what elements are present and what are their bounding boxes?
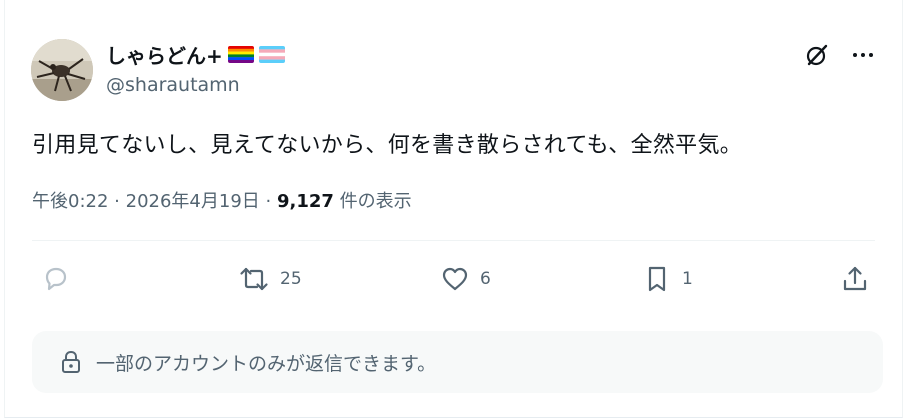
tweet-text: 引用見てないし、見えてないから、何を書き散らされても、全然平気。 (32, 133, 743, 158)
transgender-flag-icon (258, 45, 285, 63)
reply-button[interactable] (41, 259, 81, 299)
retweet-button[interactable]: 25 (238, 259, 302, 299)
more-options-icon[interactable] (848, 40, 878, 70)
bookmark-count: 1 (682, 269, 693, 289)
reply-icon (45, 267, 67, 291)
reply-notice-text: 一部のアカウントのみが返信できます。 (96, 352, 437, 375)
tweet-actions: 25 6 1 (32, 259, 875, 299)
reply-restriction-notice: 一部のアカウントのみが返信できます。 (32, 331, 883, 393)
share-button[interactable] (840, 259, 870, 299)
retweet-icon (240, 267, 268, 291)
rainbow-flag-icon (227, 45, 254, 63)
meta-separator: · (114, 191, 120, 212)
views-label: 件の表示 (339, 191, 412, 212)
tweet-date[interactable]: 2026年4月19日 (126, 191, 260, 212)
views-count[interactable]: 9,127 (277, 191, 334, 212)
heart-icon (442, 267, 468, 291)
lock-icon (62, 350, 80, 373)
like-button[interactable]: 6 (440, 259, 491, 299)
share-icon (843, 266, 867, 291)
author-name-row[interactable]: しゃらどん+ (106, 40, 285, 68)
meta-separator: · (265, 191, 272, 212)
like-count: 6 (480, 269, 491, 289)
avatar-image (31, 39, 93, 101)
avatar[interactable] (31, 39, 93, 101)
divider (32, 240, 875, 241)
retweet-count: 25 (280, 269, 302, 289)
tweet-meta: 午後0:22 · 2026年4月19日 · 9,127 件の表示 (32, 187, 412, 213)
grok-icon[interactable] (802, 40, 832, 70)
bookmark-button[interactable]: 1 (642, 259, 693, 299)
tweet-time[interactable]: 午後0:22 (32, 191, 108, 212)
user-handle[interactable]: @sharautamn (106, 74, 240, 96)
tweet-header-actions (802, 40, 878, 70)
bookmark-icon (648, 266, 666, 292)
display-name[interactable]: しゃらどん+ (106, 40, 223, 69)
tweet-card: しゃらどん+ @sharautamn 引用見てないし、見えてないから、何を書き散… (4, 0, 903, 418)
